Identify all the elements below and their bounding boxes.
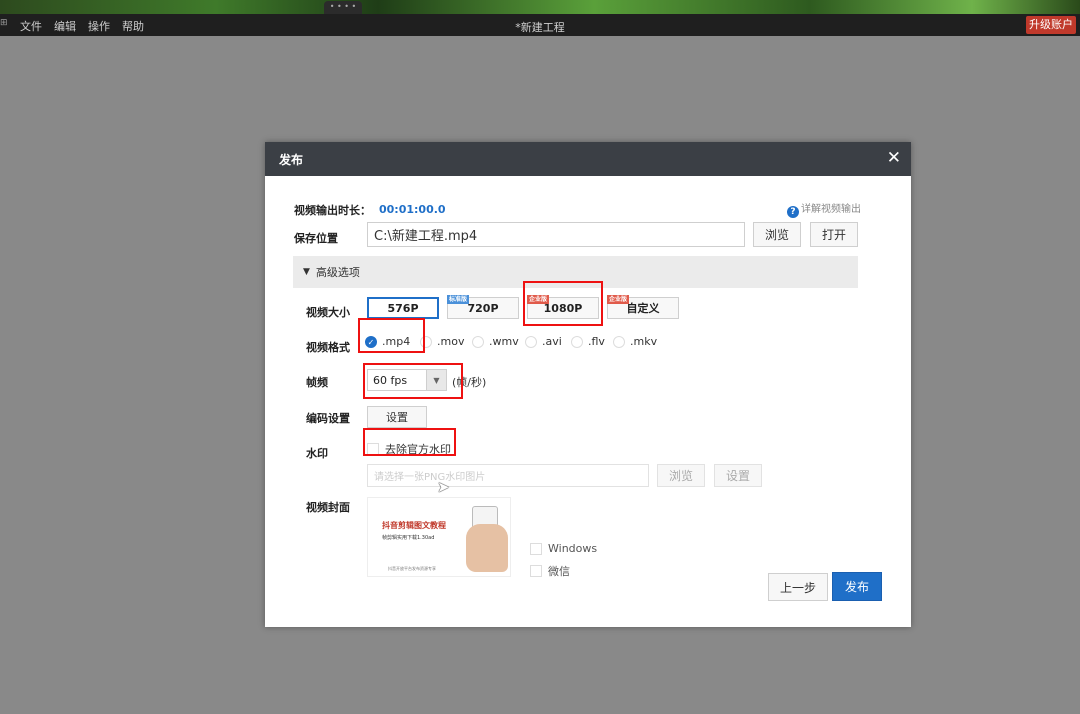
format-mkv-radio[interactable]: .mkv — [613, 335, 657, 348]
format-flv-radio[interactable]: .flv — [571, 335, 605, 348]
watermark-path-input[interactable]: 请选择一张PNG水印图片 — [367, 464, 649, 487]
annotation-box-fps — [363, 363, 463, 399]
save-path-input[interactable]: C:\新建工程.mp4 — [367, 222, 745, 247]
size-custom-label: 自定义 — [626, 302, 660, 315]
cover-footer: 抖音开放平台发布资源专享 — [388, 566, 436, 571]
close-icon[interactable]: ✕ — [887, 148, 901, 168]
format-mov-label: .mov — [437, 335, 465, 348]
annotation-box-mp4 — [358, 318, 425, 353]
format-wmv-radio[interactable]: .wmv — [472, 335, 519, 348]
platform-wechat-checkbox[interactable]: 微信 — [530, 563, 570, 579]
size-720p[interactable]: 标准版 720P — [447, 295, 519, 319]
size-720p-label: 720P — [467, 301, 499, 315]
help-link-label: 详解视频输出 — [801, 204, 861, 215]
watermark-browse-button[interactable]: 浏览 — [657, 464, 705, 487]
standard-edition-tag: 标准版 — [447, 295, 470, 304]
duration-label: 视频输出时长： — [294, 204, 371, 217]
fps-label: 帧频 — [306, 376, 328, 389]
watermark-label: 水印 — [306, 447, 328, 460]
cover-thumbnail[interactable]: 抖音剪辑图文教程 帧剪辑实用下载1.30ad 抖音开放平台发布资源专享 — [367, 497, 511, 577]
question-icon: ? — [787, 206, 799, 218]
back-button[interactable]: 上一步 — [768, 573, 828, 601]
cover-subtitle: 帧剪辑实用下载1.30ad — [382, 535, 435, 541]
radio-icon — [571, 335, 583, 348]
window-title: *新建工程 — [515, 21, 565, 34]
platform-windows-label: Windows — [548, 542, 598, 555]
format-avi-radio[interactable]: .avi — [525, 335, 562, 348]
format-mkv-label: .mkv — [630, 335, 658, 348]
advanced-options-label: 高级选项 — [315, 266, 360, 279]
watermark-settings-button[interactable]: 设置 — [714, 464, 762, 487]
checkbox-icon — [530, 542, 542, 555]
duration-value: 00:01:00.0 — [379, 203, 446, 216]
format-mov-radio[interactable]: .mov — [420, 335, 464, 348]
cover-title: 抖音剪辑图文教程 — [382, 521, 446, 530]
size-custom[interactable]: 企业版 自定义 — [607, 295, 679, 319]
open-button[interactable]: 打开 — [810, 222, 858, 247]
upgrade-account-button[interactable]: 升级账户 — [1026, 16, 1076, 34]
help-link[interactable]: ? 详解视频输出 — [787, 200, 861, 218]
browse-button[interactable]: 浏览 — [753, 222, 801, 247]
size-576p[interactable]: 576P — [367, 297, 439, 319]
dialog-title: 发布 — [279, 153, 304, 167]
hand-image — [466, 524, 508, 572]
platform-wechat-label: 微信 — [548, 565, 570, 578]
format-wmv-label: .wmv — [489, 335, 519, 348]
annotation-box-watermark — [363, 428, 456, 456]
annotation-box-1080p — [523, 281, 603, 326]
platform-windows-checkbox[interactable]: Windows — [530, 542, 597, 555]
radio-icon — [525, 335, 537, 348]
format-flv-label: .flv — [588, 335, 605, 348]
mouse-pointer-icon: ➤ — [437, 478, 450, 496]
checkbox-icon — [530, 565, 542, 577]
radio-icon — [472, 335, 484, 348]
encode-settings-label: 编码设置 — [306, 412, 350, 425]
dialog-header: 发布 ✕ — [265, 142, 911, 176]
publish-dialog: 发布 ✕ 视频输出时长： 00:01:00.0 ? 详解视频输出 保存位置 C:\… — [265, 142, 911, 627]
enterprise-edition-tag: 企业版 — [607, 295, 630, 304]
publish-button[interactable]: 发布 — [832, 572, 882, 601]
save-location-label: 保存位置 — [294, 232, 338, 245]
video-size-label: 视频大小 — [306, 306, 350, 319]
desktop-strip — [0, 0, 1080, 14]
video-cover-label: 视频封面 — [306, 501, 350, 514]
window-grip-icon[interactable]: • • • • — [324, 1, 362, 14]
format-avi-label: .avi — [542, 335, 562, 348]
encode-settings-button[interactable]: 设置 — [367, 406, 427, 428]
radio-icon — [613, 335, 625, 348]
video-format-label: 视频格式 — [306, 341, 350, 354]
menu-bar: ⊞ 文件 编辑 操作 帮助 *新建工程 升级账户 — [0, 14, 1080, 36]
size-576p-label: 576P — [387, 301, 419, 315]
triangle-down-icon: ▼ — [303, 267, 310, 277]
